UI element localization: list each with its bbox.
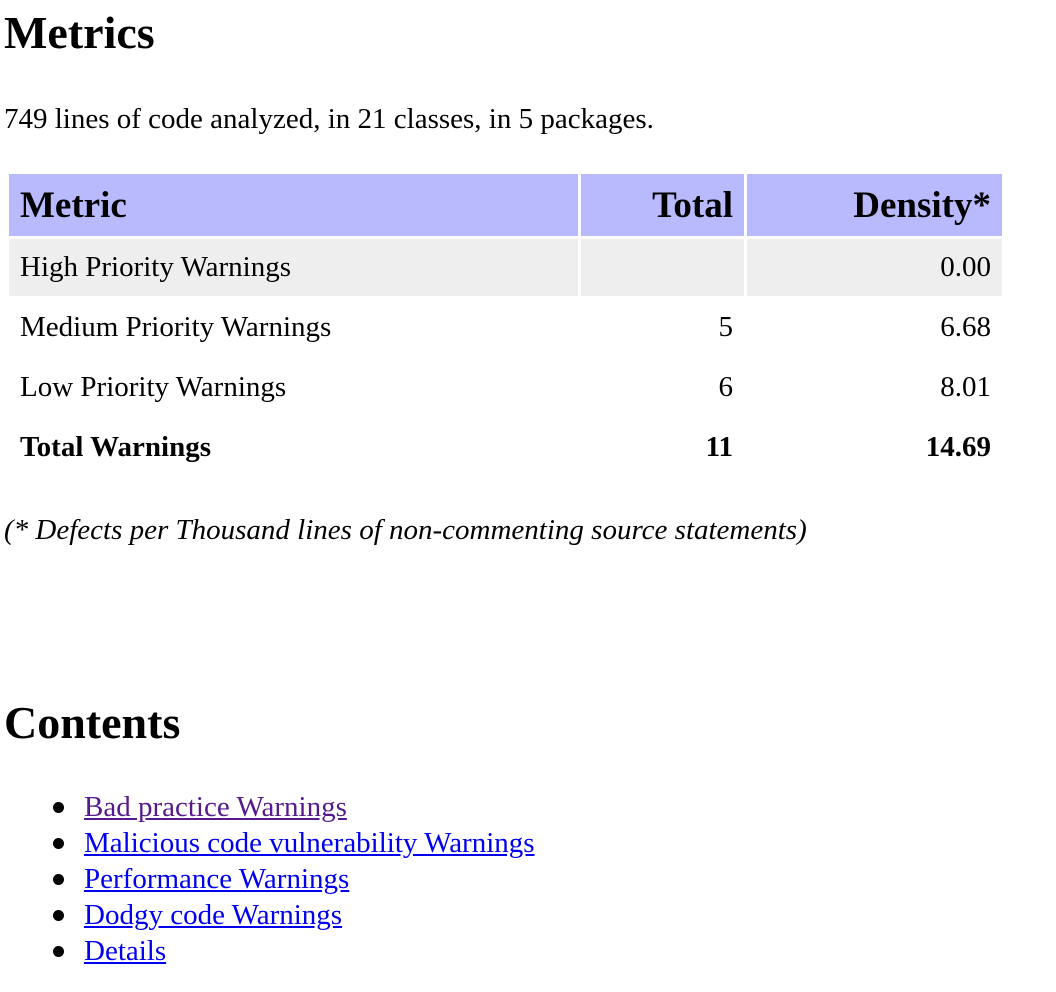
cell-density: 0.00 — [747, 239, 1002, 296]
bullet-icon — [53, 910, 64, 921]
contents-heading: Contents — [4, 697, 181, 748]
table-row-total: Total Warnings 11 14.69 — [9, 419, 1002, 476]
list-item: Details — [53, 933, 535, 969]
metrics-table: Metric Total Density* High Priority Warn… — [6, 171, 1005, 479]
cell-metric: High Priority Warnings — [9, 239, 578, 296]
list-item: Dodgy code Warnings — [53, 897, 535, 933]
bullet-icon — [53, 946, 64, 957]
header-total: Total — [581, 174, 744, 236]
contents-list: Bad practice Warnings Malicious code vul… — [53, 789, 535, 969]
report-page: Metrics 749 lines of code analyzed, in 2… — [0, 0, 1056, 992]
cell-metric: Medium Priority Warnings — [9, 299, 578, 356]
link-dodgy-code-warnings[interactable]: Dodgy code Warnings — [84, 899, 342, 931]
cell-total: 5 — [581, 299, 744, 356]
cell-total: 11 — [581, 419, 744, 476]
cell-total — [581, 239, 744, 296]
table-row-medium-priority: Medium Priority Warnings 5 6.68 — [9, 299, 1002, 356]
bullet-icon — [53, 874, 64, 885]
header-metric: Metric — [9, 174, 578, 236]
bullet-icon — [53, 838, 64, 849]
list-item: Malicious code vulnerability Warnings — [53, 825, 535, 861]
bullet-icon — [53, 802, 64, 813]
table-row-high-priority: High Priority Warnings 0.00 — [9, 239, 1002, 296]
header-density: Density* — [747, 174, 1002, 236]
list-item: Performance Warnings — [53, 861, 535, 897]
table-row-low-priority: Low Priority Warnings 6 8.01 — [9, 359, 1002, 416]
link-performance-warnings[interactable]: Performance Warnings — [84, 863, 349, 895]
list-item: Bad practice Warnings — [53, 789, 535, 825]
cell-density: 14.69 — [747, 419, 1002, 476]
link-malicious-code-warnings[interactable]: Malicious code vulnerability Warnings — [84, 827, 535, 859]
cell-density: 6.68 — [747, 299, 1002, 356]
table-header-row: Metric Total Density* — [9, 174, 1002, 236]
cell-density: 8.01 — [747, 359, 1002, 416]
cell-total: 6 — [581, 359, 744, 416]
metrics-heading: Metrics — [4, 7, 155, 58]
summary-text: 749 lines of code analyzed, in 21 classe… — [4, 103, 654, 135]
cell-metric: Total Warnings — [9, 419, 578, 476]
cell-metric: Low Priority Warnings — [9, 359, 578, 416]
link-bad-practice-warnings[interactable]: Bad practice Warnings — [84, 791, 347, 823]
link-details[interactable]: Details — [84, 935, 166, 967]
density-footnote: (* Defects per Thousand lines of non-com… — [4, 514, 807, 546]
